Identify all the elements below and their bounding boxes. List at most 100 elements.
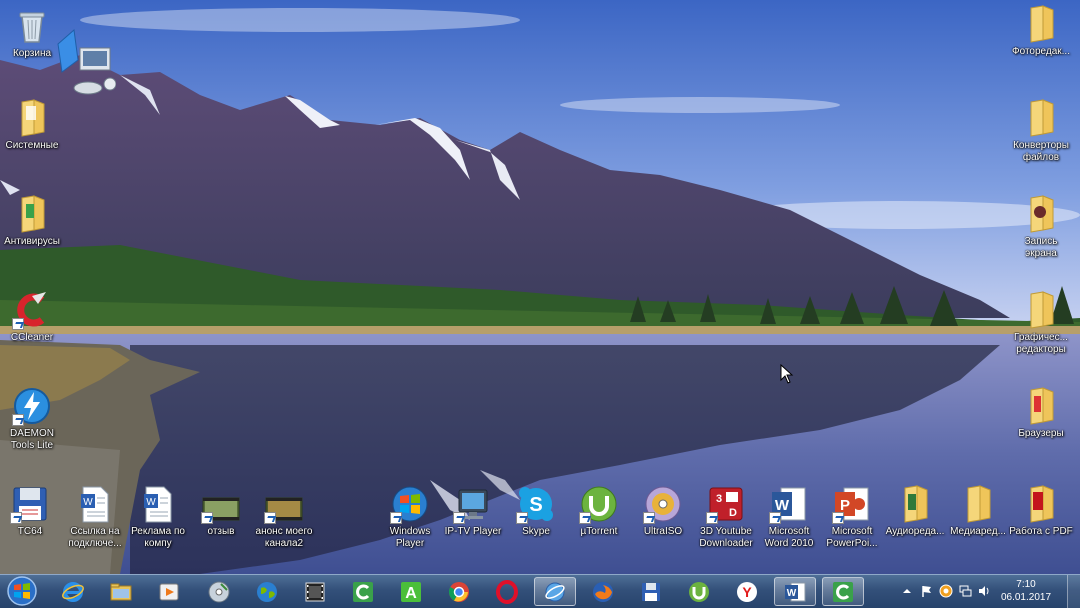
desktop-icon-browsers[interactable]: Браузеры (1006, 386, 1076, 460)
shortcut-arrow-icon (643, 512, 655, 524)
taskbar-explorer[interactable] (100, 577, 142, 606)
desktop-icon-label: Работа с PDF (1009, 526, 1073, 537)
pdf-folder-icon (1021, 484, 1061, 524)
powerpoint-icon: P (832, 484, 872, 524)
clock[interactable]: 7:10 06.01.2017 (998, 578, 1054, 604)
desktop-icon-iptv-player[interactable]: IP-TV Player (438, 484, 508, 558)
ccleaner-icon (12, 290, 52, 330)
desktop-icon-graphic-editors[interactable]: Графичес... редакторы (1006, 290, 1076, 364)
desktop-icon-label: Конверторы файлов (1013, 140, 1069, 163)
desktop-icon-audio-editors[interactable]: Аудиореда... (880, 484, 950, 558)
folder-icon (12, 98, 52, 138)
taskbar-camtasia-active[interactable] (822, 577, 864, 606)
svg-text:W: W (146, 497, 156, 508)
skype-icon: S (516, 484, 556, 524)
taskbar-firefox[interactable] (582, 577, 624, 606)
orange-circle-icon[interactable] (939, 584, 953, 598)
folder-icon (1021, 290, 1061, 330)
taskbar-utorrent[interactable] (678, 577, 720, 606)
desktop-icon-link-connect[interactable]: W Ссылка на подключе... (60, 484, 130, 558)
chrome-icon (448, 581, 469, 602)
desktop-icon-review[interactable]: отзыв (186, 484, 256, 558)
taskbar-tc[interactable] (630, 577, 672, 606)
desktop-icon-label: Запись экрана (1024, 236, 1058, 259)
network-computer-icon[interactable] (52, 26, 117, 106)
desktop-icon-antivirus[interactable]: Антивирусы (0, 194, 67, 268)
desktop[interactable]: Корзина Системные Антивирусы CCleaner DA… (0, 0, 1080, 574)
floppy-icon (642, 582, 660, 601)
shortcut-arrow-icon (769, 512, 781, 524)
taskbar-opera[interactable] (486, 577, 528, 606)
video-file-icon (264, 484, 304, 524)
desktop-icon-photo-editors[interactable]: Фоторедак... (1006, 4, 1076, 78)
desktop-icon-label: Браузеры (1018, 428, 1064, 439)
media-player-icon (159, 583, 179, 600)
folder-icon (895, 484, 935, 524)
start-button[interactable] (2, 575, 42, 608)
globe-icon (257, 581, 277, 602)
desktop-icon-ultraiso[interactable]: UltraISO (628, 484, 698, 558)
folder-icon (1021, 4, 1061, 44)
film-icon (305, 582, 325, 601)
desktop-icon-announce[interactable]: анонс моего канала2 (249, 484, 319, 558)
desktop-icon-daemon-tools[interactable]: DAEMON Tools Lite (0, 386, 67, 460)
word-doc-icon: W (75, 484, 115, 524)
taskbar-network[interactable] (246, 577, 288, 606)
clock-time: 7:10 (1016, 579, 1036, 590)
desktop-icon-skype[interactable]: S Skype (501, 484, 571, 558)
windows-logo-icon (7, 576, 37, 606)
taskbar-camtasia[interactable] (342, 577, 384, 606)
taskbar-dvd[interactable] (198, 577, 240, 606)
desktop-icon-word-2010[interactable]: W Microsoft Word 2010 (754, 484, 824, 558)
yandex-icon: Y (737, 581, 757, 602)
firefox-icon (593, 581, 613, 602)
a-app-icon: A (401, 581, 421, 602)
desktop-icon-system[interactable]: Системные (0, 98, 67, 172)
mouse-cursor-icon (780, 364, 794, 384)
flag-icon[interactable] (920, 584, 934, 598)
taskbar-media[interactable] (148, 577, 190, 606)
volume-icon[interactable] (977, 584, 991, 598)
desktop-icon-label: TC64 (17, 526, 43, 537)
desktop-icon-ccleaner[interactable]: CCleaner (0, 290, 67, 364)
svg-text:A: A (405, 585, 417, 602)
taskbar-chrome[interactable] (438, 577, 480, 606)
shortcut-arrow-icon (516, 512, 528, 524)
tray-expand-icon[interactable] (900, 584, 914, 598)
taskbar-orbit[interactable] (534, 577, 576, 606)
desktop-icon-screen-record[interactable]: Запись экрана (1006, 194, 1076, 268)
windows-player-icon (390, 484, 430, 524)
taskbar-ie[interactable] (52, 577, 94, 606)
svg-text:W: W (787, 588, 797, 599)
desktop-icon-pdf-work[interactable]: Работа с PDF (1006, 484, 1076, 558)
utorrent-icon (579, 484, 619, 524)
desktop-icon-utorrent[interactable]: µTorrent (564, 484, 634, 558)
desktop-icon-windows-player[interactable]: Windows Player (375, 484, 445, 558)
desktop-icon-3d-youtube[interactable]: 3D 3D Youtube Downloader (691, 484, 761, 558)
shortcut-arrow-icon (579, 512, 591, 524)
taskbar-yandex[interactable]: Y (726, 577, 768, 606)
svg-text:W: W (83, 497, 93, 508)
utorrent-icon (689, 581, 709, 602)
folder-icon (958, 484, 998, 524)
taskbar: A Y W 7:10 06.01.2017 (0, 574, 1080, 608)
desktop-icon-label: DAEMON Tools Lite (10, 428, 54, 451)
folder-icon (1021, 386, 1061, 426)
taskbar-word[interactable]: W (774, 577, 816, 606)
floppy-icon (10, 484, 50, 524)
desktop-icon-label: µTorrent (580, 526, 618, 537)
taskbar-a-app[interactable]: A (390, 577, 432, 606)
desktop-icon-ad-company[interactable]: W Реклама по компу (123, 484, 193, 558)
desktop-icon-file-converters[interactable]: Конверторы файлов (1006, 98, 1076, 172)
desktop-icon-powerpoint[interactable]: P Microsoft PowerPoi... (817, 484, 887, 558)
desktop-icon-media-editors[interactable]: Медиаред... (943, 484, 1013, 558)
recycle-bin-icon (12, 6, 52, 46)
folder-icon (1021, 98, 1061, 138)
show-desktop-button[interactable] (1067, 575, 1080, 608)
shortcut-arrow-icon (390, 512, 402, 524)
desktop-icon-tc64[interactable]: TC64 (0, 484, 65, 558)
taskbar-film[interactable] (294, 577, 336, 606)
network-icon[interactable] (958, 584, 972, 598)
desktop-icon-label: Фоторедак... (1012, 46, 1070, 57)
shortcut-arrow-icon (12, 414, 24, 426)
